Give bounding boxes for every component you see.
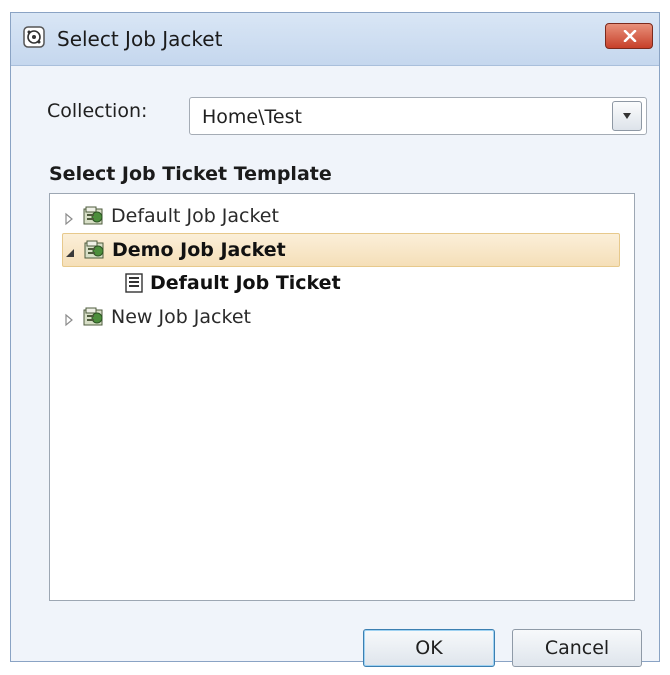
close-icon [623,30,637,42]
select-job-jacket-dialog: Select Job Jacket Collection: Home\Test … [10,12,660,667]
close-button[interactable] [605,23,653,49]
window-title: Select Job Jacket [57,27,223,51]
tree-item-default-job-ticket[interactable]: Default Job Ticket [124,267,341,299]
template-section-title: Select Job Ticket Template [49,163,332,185]
tree-item-demo-job-jacket[interactable]: Demo Job Jacket [62,233,620,267]
tree-item-label: Default Job Ticket [150,272,341,294]
cancel-button[interactable]: Cancel [512,629,642,667]
expand-arrow-icon[interactable] [62,209,76,226]
collection-label: Collection: [47,100,148,122]
collection-combobox[interactable]: Home\Test [189,97,647,135]
title-bar: Select Job Jacket [11,13,659,66]
collapse-arrow-icon[interactable] [63,243,77,257]
expand-arrow-icon[interactable] [62,310,76,327]
tree-item-label: New Job Jacket [111,306,251,328]
tree-item-new-job-jacket[interactable]: New Job Jacket [62,301,251,333]
template-tree[interactable]: Default Job Jacket Demo Job Jacket Defau… [49,193,635,601]
dialog-content: Collection: Home\Test Select Job Ticket … [11,66,659,667]
chevron-down-icon [623,113,631,119]
ok-button[interactable]: OK [363,629,495,667]
job-jacket-folder-icon [82,306,106,328]
tree-item-label: Demo Job Jacket [112,239,286,261]
job-jacket-folder-icon [83,239,107,261]
tree-item-label: Default Job Jacket [111,205,279,227]
job-ticket-document-icon [124,272,144,294]
tree-item-default-job-jacket[interactable]: Default Job Jacket [62,200,279,232]
app-icon [23,26,45,48]
collection-value: Home\Test [202,106,302,128]
collection-dropdown-button[interactable] [612,101,642,131]
job-jacket-folder-icon [82,205,106,227]
